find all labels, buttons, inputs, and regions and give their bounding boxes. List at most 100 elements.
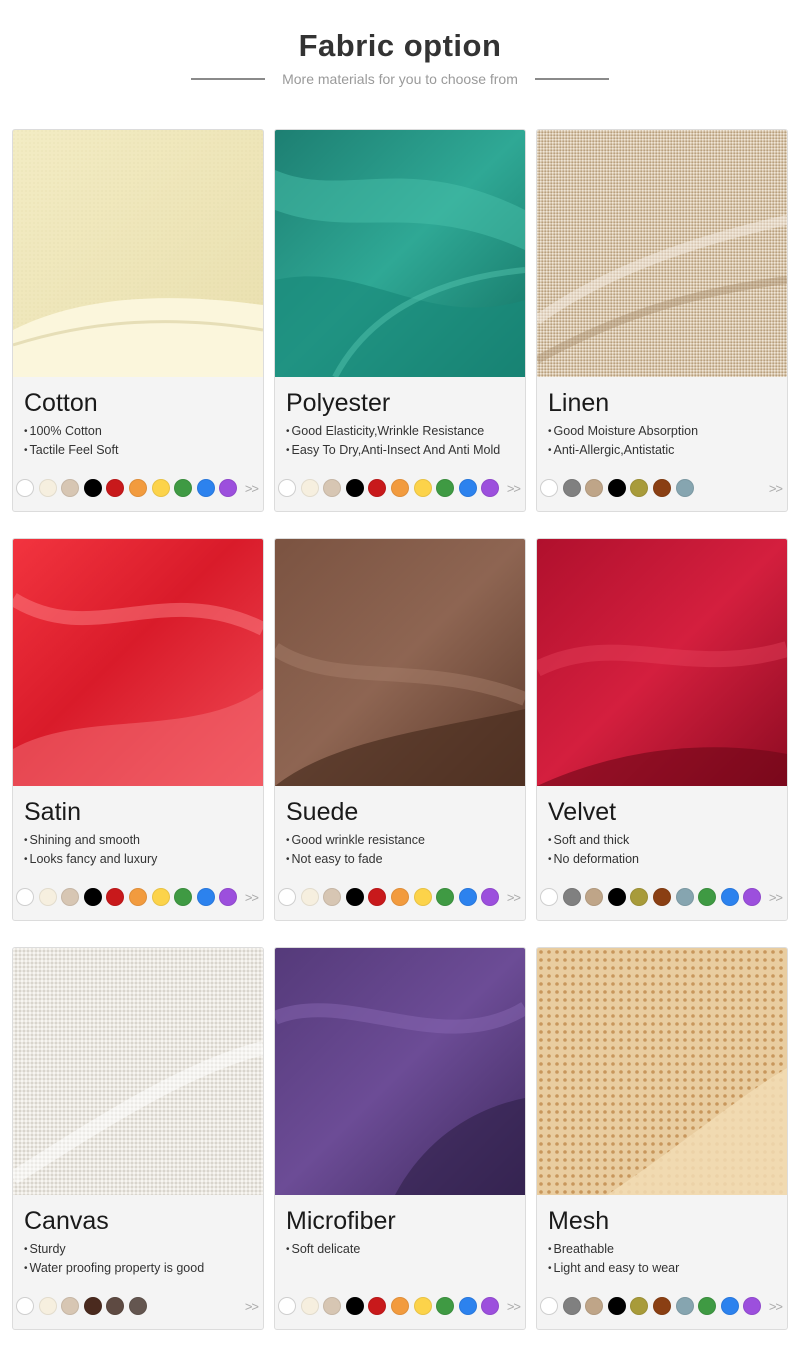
color-swatch[interactable] (630, 888, 649, 906)
color-swatch[interactable] (698, 1297, 717, 1315)
color-swatch[interactable] (675, 1297, 694, 1315)
color-swatch[interactable] (562, 479, 581, 497)
fabric-card-microfiber[interactable]: Microfiber • Soft delicate >> (274, 947, 526, 1330)
color-swatch[interactable] (16, 888, 34, 906)
color-swatch[interactable] (106, 1297, 125, 1315)
color-swatch[interactable] (300, 888, 319, 906)
color-swatch[interactable] (323, 888, 342, 906)
color-swatch[interactable] (345, 479, 364, 497)
fabric-card-satin[interactable]: Satin • Shining and smooth • Looks fancy and… (12, 538, 264, 921)
color-swatch[interactable] (83, 479, 102, 497)
color-swatch[interactable] (436, 1297, 455, 1315)
color-swatch[interactable] (390, 888, 409, 906)
more-colors-link[interactable]: >> (245, 1299, 259, 1314)
color-swatch[interactable] (323, 479, 342, 497)
color-swatch[interactable] (61, 888, 80, 906)
color-swatch[interactable] (61, 1297, 80, 1315)
color-swatch[interactable] (413, 888, 432, 906)
color-swatch[interactable] (540, 888, 558, 906)
color-swatch[interactable] (38, 479, 57, 497)
color-swatch[interactable] (174, 479, 193, 497)
color-swatch[interactable] (278, 1297, 296, 1315)
color-swatch[interactable] (368, 1297, 387, 1315)
color-swatch[interactable] (345, 888, 364, 906)
color-swatch[interactable] (151, 479, 170, 497)
color-swatch[interactable] (323, 1297, 342, 1315)
color-swatch[interactable] (458, 888, 477, 906)
more-colors-link[interactable]: >> (245, 890, 259, 905)
color-swatch[interactable] (481, 888, 500, 906)
color-swatch[interactable] (652, 1297, 671, 1315)
color-swatch[interactable] (61, 479, 80, 497)
color-swatch[interactable] (174, 888, 193, 906)
color-swatch[interactable] (196, 479, 215, 497)
color-swatch[interactable] (390, 479, 409, 497)
color-swatch[interactable] (83, 1297, 102, 1315)
color-swatch[interactable] (128, 479, 147, 497)
color-swatch[interactable] (413, 479, 432, 497)
color-swatch[interactable] (585, 479, 604, 497)
fabric-card-canvas[interactable]: Canvas • Sturdy • Water proofing property is… (12, 947, 264, 1330)
fabric-card-mesh[interactable]: Mesh • Breathable • Light and easy to wear >> (536, 947, 788, 1330)
color-swatch[interactable] (38, 1297, 57, 1315)
color-swatch[interactable] (38, 888, 57, 906)
color-swatch[interactable] (300, 479, 319, 497)
color-swatch[interactable] (16, 1297, 34, 1315)
color-swatch[interactable] (458, 1297, 477, 1315)
fabric-card-cotton[interactable]: Cotton • 100% Cotton • Tactile Feel Soft >> (12, 129, 264, 512)
color-swatch[interactable] (151, 888, 170, 906)
color-swatch[interactable] (436, 479, 455, 497)
more-colors-link[interactable]: >> (507, 890, 521, 905)
color-swatch[interactable] (607, 479, 626, 497)
color-swatch[interactable] (540, 1297, 558, 1315)
fabric-card-polyester[interactable]: Polyester • Good Elasticity,Wrinkle Resist… (274, 129, 526, 512)
color-swatch[interactable] (675, 888, 694, 906)
more-colors-link[interactable]: >> (507, 481, 521, 496)
color-swatch[interactable] (562, 888, 581, 906)
color-swatch[interactable] (720, 1297, 739, 1315)
color-swatch[interactable] (413, 1297, 432, 1315)
fabric-card-linen[interactable]: Linen • Good Moisture Absorption • Anti-Alle… (536, 129, 788, 512)
color-swatch[interactable] (368, 888, 387, 906)
color-swatch[interactable] (675, 479, 694, 497)
more-colors-link[interactable]: >> (769, 481, 783, 496)
color-swatch[interactable] (585, 1297, 604, 1315)
color-swatch[interactable] (743, 1297, 762, 1315)
color-swatch[interactable] (278, 479, 296, 497)
color-swatch[interactable] (607, 1297, 626, 1315)
color-swatch[interactable] (128, 888, 147, 906)
color-swatch[interactable] (300, 1297, 319, 1315)
color-swatch[interactable] (698, 888, 717, 906)
more-colors-link[interactable]: >> (769, 1299, 783, 1314)
color-swatch[interactable] (458, 479, 477, 497)
color-swatch[interactable] (278, 888, 296, 906)
color-swatch[interactable] (128, 1297, 147, 1315)
more-colors-link[interactable]: >> (245, 481, 259, 496)
color-swatch[interactable] (562, 1297, 581, 1315)
color-swatch[interactable] (16, 479, 34, 497)
color-swatch[interactable] (436, 888, 455, 906)
color-swatch[interactable] (652, 479, 671, 497)
color-swatch[interactable] (540, 479, 558, 497)
color-swatch[interactable] (652, 888, 671, 906)
color-swatch[interactable] (720, 888, 739, 906)
color-swatch[interactable] (106, 888, 125, 906)
more-colors-link[interactable]: >> (769, 890, 783, 905)
color-swatch[interactable] (196, 888, 215, 906)
color-swatch[interactable] (345, 1297, 364, 1315)
fabric-card-velvet[interactable]: Velvet • Soft and thick • No deformation >> (536, 538, 788, 921)
color-swatch[interactable] (219, 888, 238, 906)
color-swatch[interactable] (390, 1297, 409, 1315)
color-swatch[interactable] (585, 888, 604, 906)
color-swatch[interactable] (106, 479, 125, 497)
more-colors-link[interactable]: >> (507, 1299, 521, 1314)
color-swatch[interactable] (743, 888, 762, 906)
color-swatch[interactable] (481, 479, 500, 497)
color-swatch[interactable] (481, 1297, 500, 1315)
fabric-card-suede[interactable]: Suede • Good wrinkle resistance • Not easy t… (274, 538, 526, 921)
color-swatch[interactable] (630, 479, 649, 497)
color-swatch[interactable] (83, 888, 102, 906)
color-swatch[interactable] (630, 1297, 649, 1315)
color-swatch[interactable] (607, 888, 626, 906)
color-swatch[interactable] (219, 479, 238, 497)
